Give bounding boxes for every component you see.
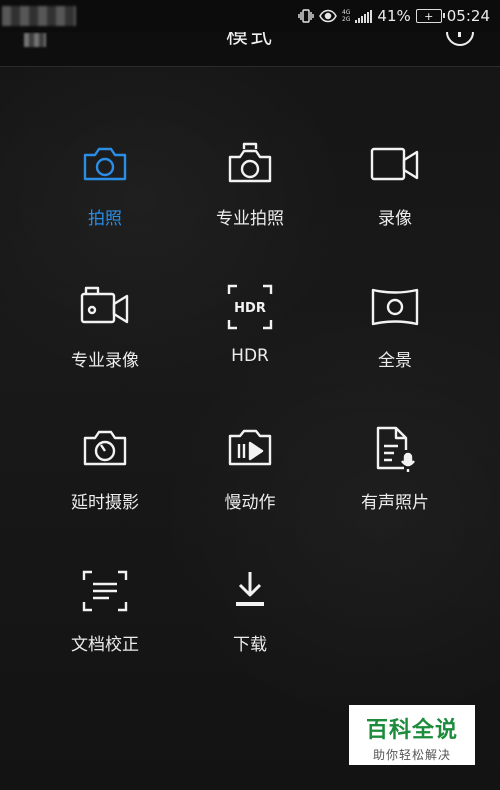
network-bottom-label: 2G — [341, 16, 351, 23]
signal-icon — [355, 9, 373, 23]
mode-timelapse[interactable]: 延时摄影 — [35, 424, 175, 534]
battery-percent: 41% — [377, 7, 411, 25]
mode-label: 下载 — [233, 635, 267, 655]
blurred-notification-area — [2, 6, 76, 26]
video-icon — [370, 140, 420, 190]
mode-label: 慢动作 — [224, 493, 276, 513]
panorama-icon — [370, 282, 420, 332]
mode-label: 延时摄影 — [71, 493, 139, 513]
document-scan-icon — [80, 566, 130, 616]
status-indicators: 4G 2G 41% + 05:24 — [298, 0, 490, 32]
slow-motion-icon — [225, 424, 275, 474]
mode-download[interactable]: 下载 — [180, 566, 320, 676]
mode-label: 有声照片 — [361, 493, 429, 513]
audio-photo-icon — [370, 424, 420, 474]
eye-icon — [319, 9, 337, 23]
clock: 05:24 — [446, 7, 490, 25]
mode-slow-motion[interactable]: 慢动作 — [180, 424, 320, 534]
mode-video[interactable]: 录像 — [325, 140, 465, 250]
mode-pro-video[interactable]: 专业录像 — [35, 282, 175, 392]
mode-hdr[interactable]: HDR HDR — [180, 282, 320, 392]
camera-icon — [80, 140, 130, 190]
watermark-title: 百科全说 — [365, 718, 458, 743]
mode-label: 专业录像 — [71, 351, 139, 371]
watermark-logo: 百科全说 助你轻松解决 — [349, 705, 475, 765]
hdr-icon: HDR — [225, 282, 275, 332]
pro-video-icon — [80, 282, 130, 332]
mode-label: 拍照 — [88, 209, 122, 229]
mode-label: 专业拍照 — [216, 209, 284, 229]
mode-photo[interactable]: 拍照 — [35, 140, 175, 250]
svg-text:HDR: HDR — [234, 301, 266, 316]
watermark-subtitle: 助你轻松解决 — [372, 748, 451, 762]
status-bar: 4G 2G 41% + 05:24 — [0, 0, 500, 32]
download-icon — [225, 566, 275, 616]
mode-label: 全景 — [378, 351, 412, 371]
title-bar: 模式 — [0, 32, 500, 67]
timelapse-icon — [80, 424, 130, 474]
vibrate-icon — [298, 9, 314, 23]
network-top-label: 4G — [341, 9, 351, 16]
network-type: 4G 2G — [342, 9, 350, 23]
mode-label: 文档校正 — [71, 635, 139, 655]
mode-document-correction[interactable]: 文档校正 — [35, 566, 175, 676]
pro-camera-icon — [225, 140, 275, 190]
page-title: 模式 — [225, 32, 274, 49]
mode-pro-photo[interactable]: 专业拍照 — [180, 140, 320, 250]
mode-panorama[interactable]: 全景 — [325, 282, 465, 392]
mode-label: HDR — [231, 346, 269, 366]
battery-charging-icon: + — [415, 9, 445, 23]
mode-audio-photo[interactable]: 有声照片 — [325, 424, 465, 534]
mode-label: 录像 — [378, 209, 412, 229]
